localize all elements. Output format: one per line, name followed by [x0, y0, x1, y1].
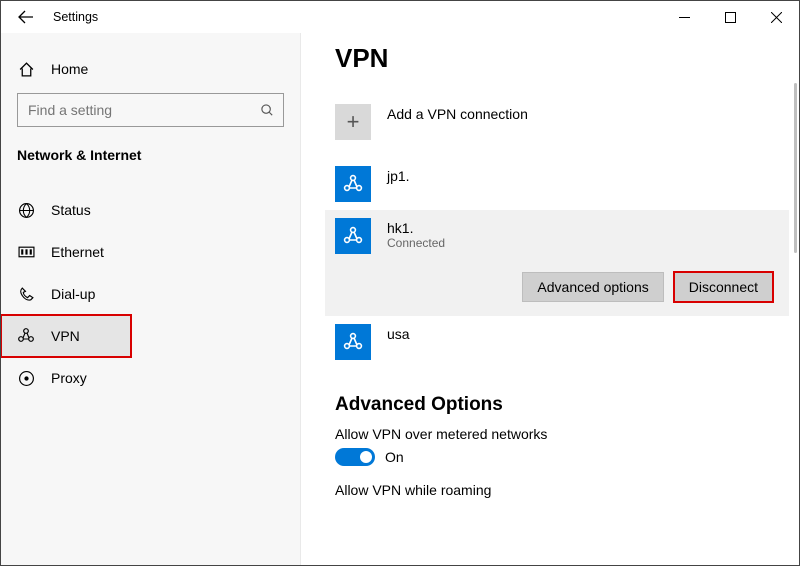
window-title: Settings — [53, 10, 98, 24]
window-controls — [661, 1, 799, 33]
vpn-status: Connected — [387, 236, 445, 250]
metered-option-label: Allow VPN over metered networks — [335, 426, 779, 442]
plus-icon: + — [335, 104, 371, 140]
content-pane: VPN + Add a VPN connection jp1. hk1. Con… — [301, 33, 799, 565]
nav-label: Dial-up — [51, 286, 95, 302]
home-label: Home — [51, 61, 88, 77]
roaming-option-label: Allow VPN while roaming — [335, 482, 779, 498]
sidebar-item-dialup[interactable]: Dial-up — [1, 273, 300, 315]
vpn-connection-jp1[interactable]: jp1. — [335, 158, 779, 210]
toggle-state: On — [385, 449, 404, 465]
maximize-button[interactable] — [707, 1, 753, 33]
phone-icon — [17, 285, 35, 303]
ethernet-icon — [17, 243, 35, 261]
sidebar-item-vpn[interactable]: VPN — [1, 315, 131, 357]
vpn-connection-hk1[interactable]: hk1. Connected Advanced options Disconne… — [325, 210, 789, 316]
nav-label: Proxy — [51, 370, 87, 386]
add-vpn-label: Add a VPN connection — [387, 104, 528, 122]
vpn-tile-icon — [335, 324, 371, 360]
vpn-name: hk1. — [387, 218, 445, 236]
scrollbar[interactable] — [794, 83, 797, 253]
search-icon — [260, 103, 275, 118]
nav-label: VPN — [51, 328, 80, 344]
vpn-name: jp1. — [387, 166, 410, 184]
sidebar: Home Network & Internet Status Ethernet — [1, 33, 301, 565]
globe-icon — [17, 201, 35, 219]
search-input[interactable] — [26, 101, 260, 119]
vpn-icon — [17, 327, 35, 345]
vpn-connection-usa[interactable]: usa — [335, 316, 779, 368]
vpn-action-row: Advanced options Disconnect — [335, 272, 779, 302]
sidebar-item-status[interactable]: Status — [1, 189, 300, 231]
proxy-icon — [17, 369, 35, 387]
sidebar-section-title: Network & Internet — [1, 139, 300, 175]
advanced-options-button[interactable]: Advanced options — [522, 272, 663, 302]
sidebar-item-proxy[interactable]: Proxy — [1, 357, 300, 399]
add-vpn-row[interactable]: + Add a VPN connection — [335, 96, 779, 148]
sidebar-item-ethernet[interactable]: Ethernet — [1, 231, 300, 273]
toggle-track — [335, 448, 375, 466]
vpn-tile-icon — [335, 166, 371, 202]
advanced-options-heading: Advanced Options — [335, 394, 779, 416]
home-nav[interactable]: Home — [1, 49, 300, 89]
vpn-name: usa — [387, 324, 410, 342]
disconnect-button[interactable]: Disconnect — [674, 272, 773, 302]
close-button[interactable] — [753, 1, 799, 33]
search-box[interactable] — [17, 93, 284, 127]
page-title: VPN — [335, 43, 779, 74]
metered-toggle[interactable]: On — [335, 448, 779, 466]
home-icon — [17, 60, 35, 78]
minimize-button[interactable] — [661, 1, 707, 33]
back-button[interactable] — [15, 6, 37, 28]
nav-label: Ethernet — [51, 244, 104, 260]
vpn-tile-icon — [335, 218, 371, 254]
nav-label: Status — [51, 202, 91, 218]
